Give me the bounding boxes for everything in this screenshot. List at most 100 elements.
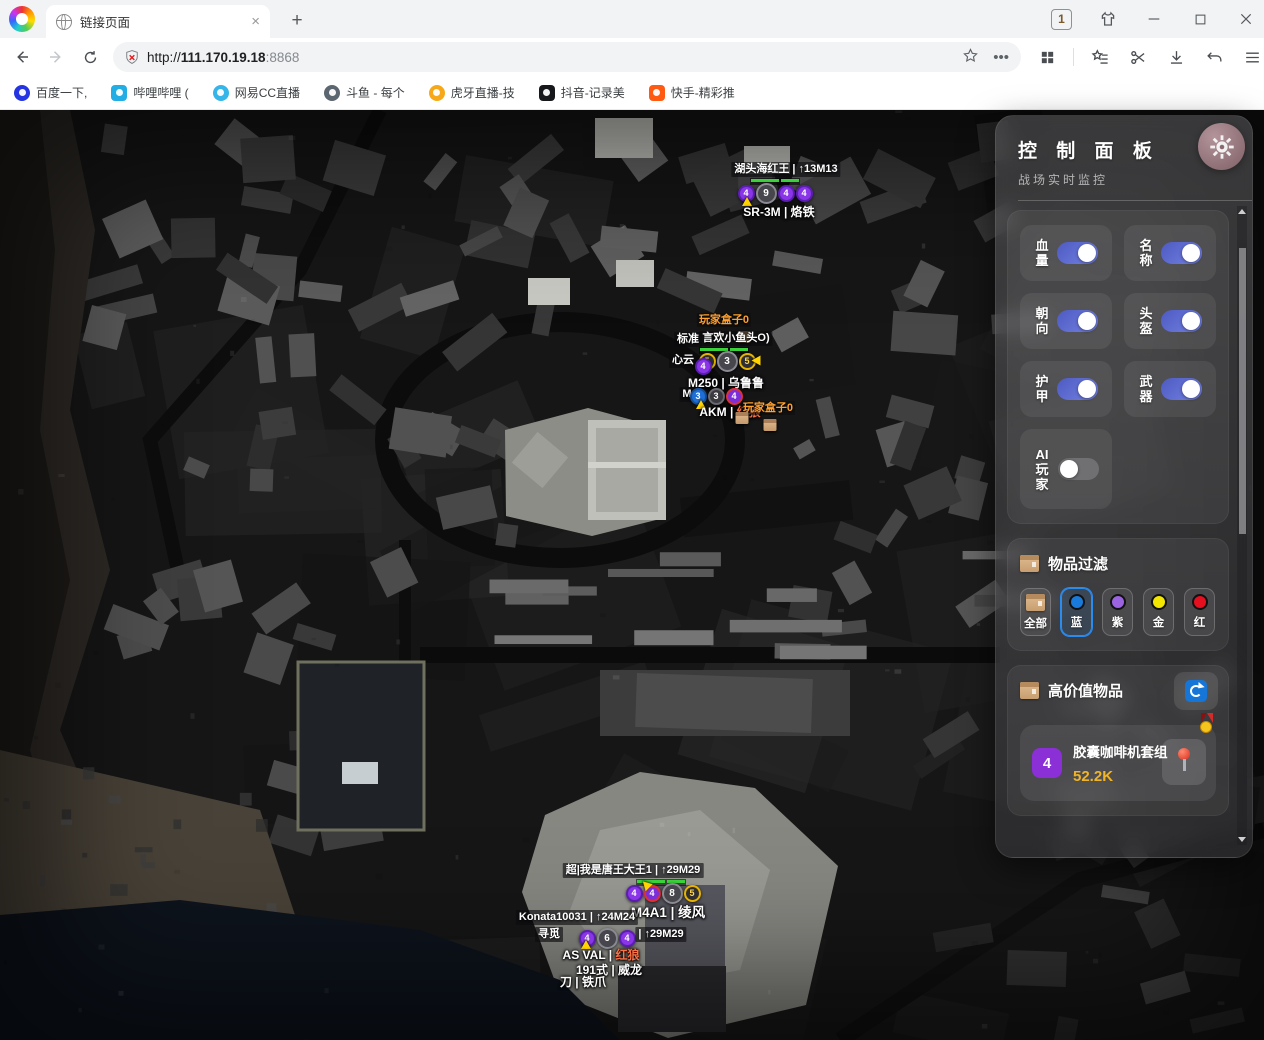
url-host: 111.170.19.18 [181,50,266,65]
display-toggles-card: 血量 名称 朝向 头盔 护甲 武器 AI玩家 [1007,210,1229,524]
bookmark-label: 百度一下, [36,84,87,101]
toggle-name[interactable]: 名称 [1124,225,1216,281]
toggle-weapon[interactable]: 武器 [1124,361,1216,417]
bookmark-favicon [14,85,30,101]
filter-purple-button[interactable]: 紫 [1102,588,1133,636]
rarity-badge: 4 [1032,748,1062,778]
url-text: http://111.170.19.18:8868 [147,50,948,65]
scrollbar-thumb[interactable] [1239,248,1246,534]
bookmark-item-0[interactable]: 百度一下, [14,84,87,101]
loot-box-label: 玩家盒子0 [697,313,751,327]
toggle-switch [1057,310,1098,332]
equipment-badge: 5 [684,885,701,902]
toggle-switch [1161,310,1202,332]
screenshot-scissors-icon[interactable] [1126,45,1150,69]
direction-indicator [752,356,761,366]
loot-box-icon [764,419,777,431]
reload-button[interactable] [78,44,103,70]
pin-location-button[interactable] [1162,739,1206,785]
bookmark-item-2[interactable]: 网易CC直播 [213,84,300,101]
bookmark-item-4[interactable]: 虎牙直播-技 [429,84,515,101]
gear-icon [1209,134,1235,160]
url-port: :8868 [266,50,300,65]
bookmark-favicon [324,85,340,101]
window-maximize-button[interactable] [1190,9,1210,29]
filter-blue-button[interactable]: 蓝 [1061,588,1092,636]
toolbar-separator [1073,48,1074,66]
browser-titlebar: 链接页面 × + 1 [0,0,1264,38]
refresh-icon [1185,680,1207,702]
more-options-icon[interactable]: ••• [993,49,1009,66]
address-bar[interactable]: http://111.170.19.18:8868 ••• [113,42,1021,72]
player-name-label: 言欢小鱼头O) [699,331,772,346]
equipment-badge: 4 [796,185,813,202]
forward-button[interactable] [43,44,68,70]
bookmark-label: 哔哩哔哩 ( [133,84,188,101]
pin-icon [1178,748,1190,760]
equipment-badge: 4 [626,885,643,902]
scroll-up-icon[interactable] [1238,209,1246,214]
equipment-badges: 4 [694,358,712,375]
window-close-button[interactable] [1236,9,1256,29]
box-icon [1020,555,1039,572]
tab-close-icon[interactable]: × [251,14,260,29]
favorites-list-icon[interactable] [1088,45,1112,69]
bookmark-favicon [649,85,665,101]
browser-toolbar: http://111.170.19.18:8868 ••• [0,38,1264,76]
blue-rarity-dot-icon [1069,594,1085,610]
filter-options: 全部 蓝 紫 金 红 [1020,588,1216,636]
browser-window: 链接页面 × + 1 [0,0,1264,1040]
apps-grid-icon[interactable] [1035,45,1059,69]
browser-tab[interactable]: 链接页面 × [46,5,270,38]
panel-scrollbar[interactable] [1237,206,1247,845]
panel-divider [1018,200,1252,201]
toggle-direction[interactable]: 朝向 [1020,293,1112,349]
bookmark-favicon [429,85,445,101]
bookmark-item-3[interactable]: 斗鱼 - 每个 [324,84,405,101]
bookmark-item-6[interactable]: 快手-精彩推 [649,84,735,101]
toggle-health[interactable]: 血量 [1020,225,1112,281]
browser-logo-icon[interactable] [9,6,35,32]
window-minimize-button[interactable] [1144,9,1164,29]
toggle-armor[interactable]: 护甲 [1020,361,1112,417]
undo-icon[interactable] [1202,45,1226,69]
bookmark-favicon [213,85,229,101]
back-button[interactable] [9,44,34,70]
bookmark-label: 网易CC直播 [235,84,300,101]
player-name-label: Konata10031 | ↑24M24 [516,910,638,925]
weapon-label: SR-3M | 烙铁 [743,203,814,220]
weapon-label: M4A1 | 绫风 [631,901,705,921]
equipment-badge: 4 [695,358,712,375]
bookmark-item-5[interactable]: 抖音-记录美 [539,84,625,101]
toggle-helmet[interactable]: 头盔 [1124,293,1216,349]
bookmark-star-icon[interactable] [962,47,979,68]
high-value-item[interactable]: 4 胶囊咖啡机套组 52.2K [1020,725,1216,801]
bookmark-item-1[interactable]: 哔哩哔哩 ( [111,84,188,101]
bookmarks-bar: 百度一下, 哔哩哔哩 ( 网易CC直播 斗鱼 - 每个 虎牙直播-技 抖音-记录美 快手-精… [0,76,1264,110]
loot-box-icon [736,412,749,424]
refresh-button[interactable] [1174,672,1218,710]
menu-hamburger-icon[interactable] [1240,45,1264,69]
toggle-ai-players[interactable]: AI玩家 [1020,429,1112,509]
scroll-down-icon[interactable] [1238,837,1246,842]
settings-gear-button[interactable] [1198,123,1245,170]
theme-shirt-icon[interactable] [1098,9,1118,29]
filter-all-button[interactable]: 全部 [1020,588,1051,636]
high-value-card: 高价值物品 4 胶囊咖啡机套组 52.2K [1007,665,1229,816]
download-icon[interactable] [1164,45,1188,69]
bookmark-label: 虎牙直播-技 [451,84,515,101]
toggle-switch [1058,458,1099,480]
bookmark-favicon [539,85,555,101]
insecure-shield-icon[interactable] [125,49,139,65]
player-name-label: 寻觅 [535,927,563,942]
toggle-switch [1057,242,1098,264]
tab-count-badge[interactable]: 1 [1051,9,1072,30]
bookmark-label: 抖音-记录美 [561,84,625,101]
filter-red-button[interactable]: 红 [1184,588,1215,636]
player-name-label: | ↑29M29 [635,927,686,942]
filter-gold-button[interactable]: 金 [1143,588,1174,636]
url-scheme: http:// [147,50,181,65]
new-tab-button[interactable]: + [284,8,310,34]
red-rarity-dot-icon [1192,594,1208,610]
high-value-title: 高价值物品 [1048,680,1123,701]
